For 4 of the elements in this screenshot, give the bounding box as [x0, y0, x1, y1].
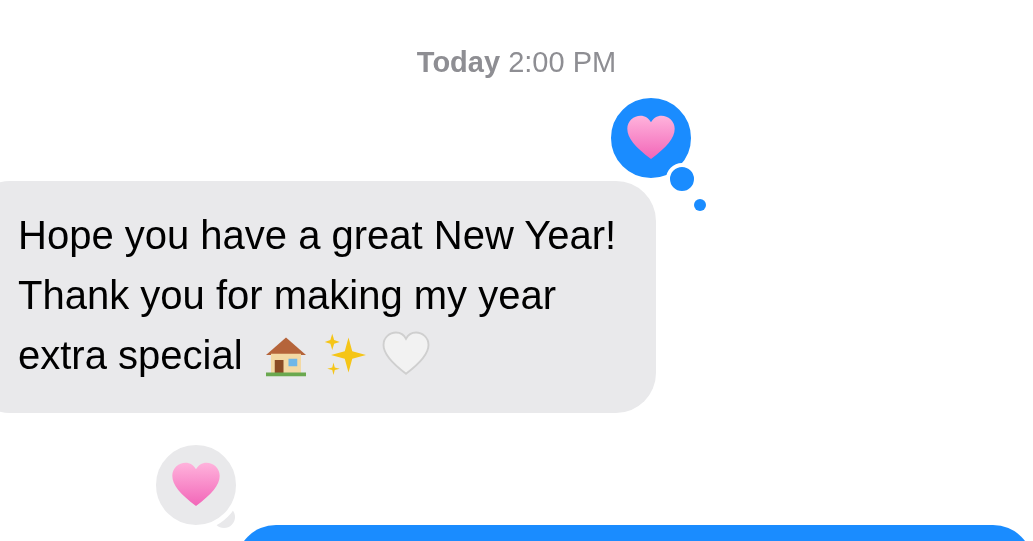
timestamp: Today 2:00 PM [416, 46, 617, 79]
message-text: Thank you for making my year [18, 272, 556, 318]
message-text: extra special [18, 332, 243, 378]
message-text: Hope you have a great New Year! [18, 212, 617, 258]
